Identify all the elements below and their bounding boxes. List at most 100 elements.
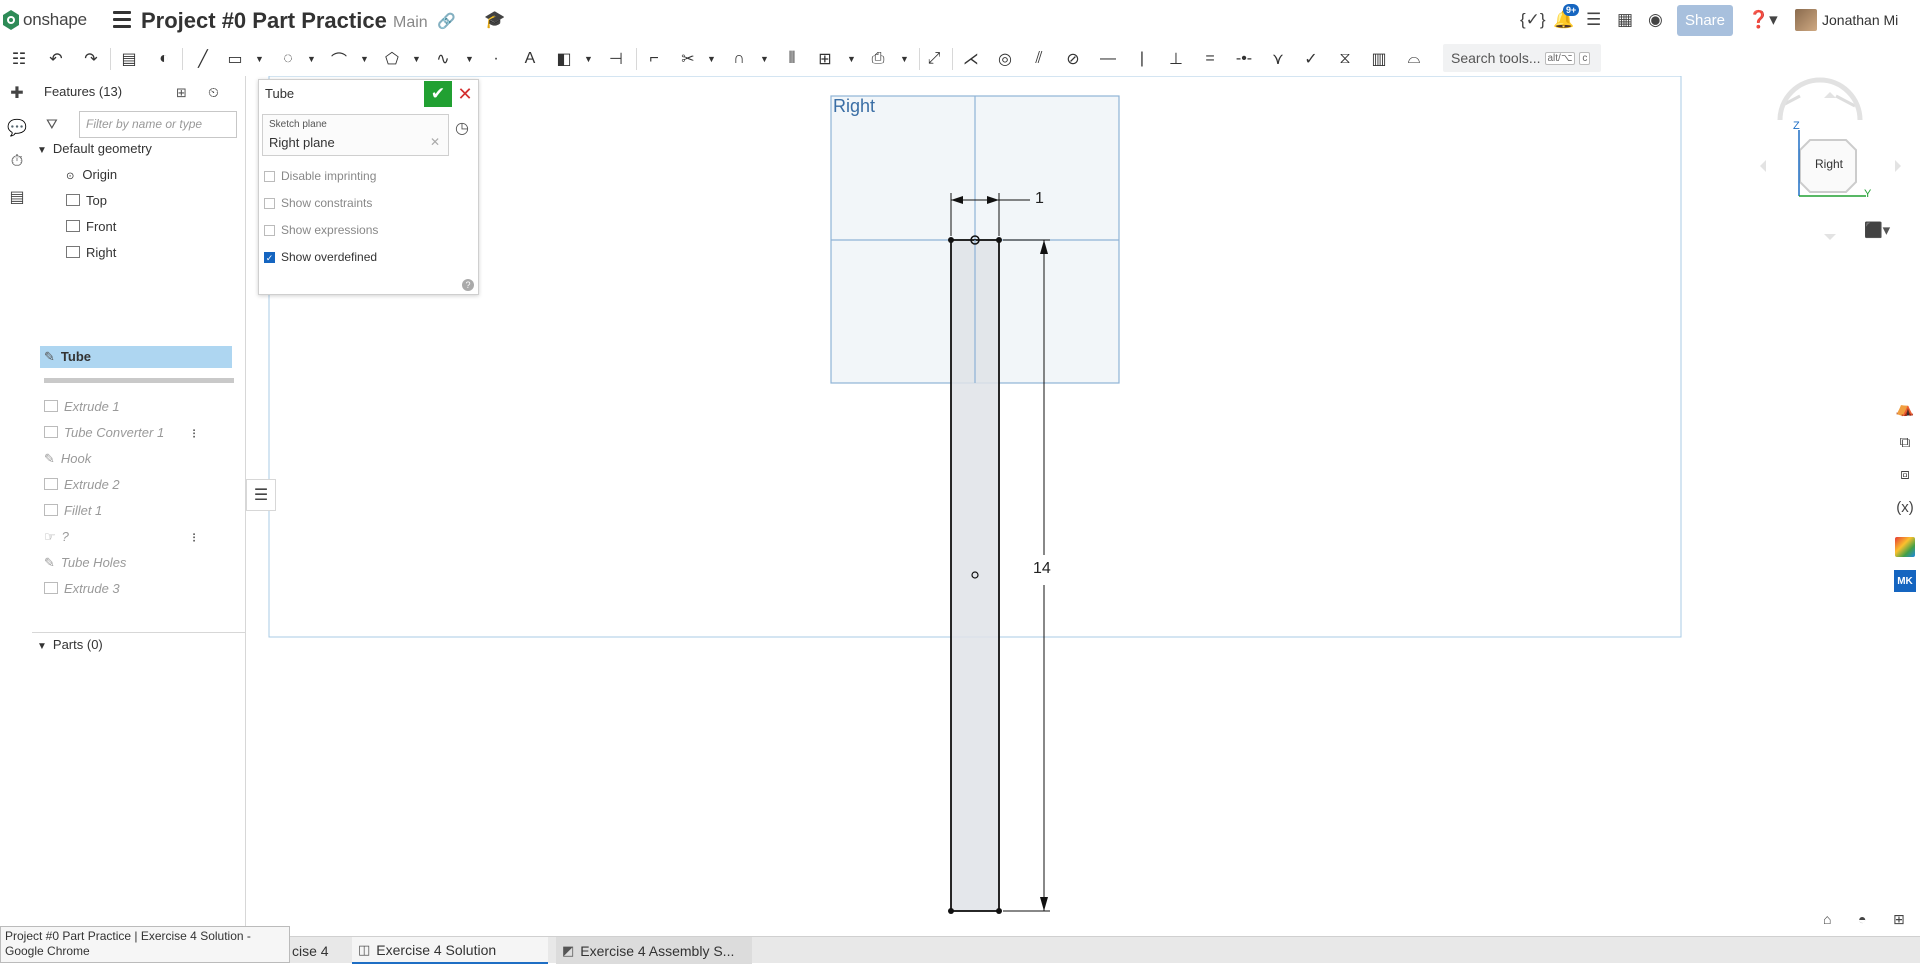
tab-exercise-4-solution[interactable]: ◫ Exercise 4 Solution (352, 937, 548, 964)
variables-icon[interactable]: {✓} (1520, 10, 1546, 30)
checkbox-icon[interactable] (264, 170, 275, 182)
curvature-icon[interactable]: ⌓ (1401, 46, 1427, 72)
onshape-logo[interactable]: onshape (2, 9, 87, 31)
feature-list-toggle-icon[interactable]: ☰ (246, 479, 276, 511)
chevron-down-icon[interactable]: ▼ (707, 54, 716, 64)
fix-icon[interactable]: ▥ (1366, 46, 1392, 72)
filter-input[interactable]: Filter by name or type (79, 111, 237, 138)
view-options-icon[interactable]: ⬛▾ (1864, 221, 1890, 239)
filter-icon[interactable]: ⛛ (46, 116, 58, 133)
main-menu-icon[interactable] (113, 11, 131, 29)
sketch-name-input[interactable]: Tube (265, 86, 294, 101)
view-cube-face-label[interactable]: Right (1815, 157, 1843, 171)
symmetric-icon[interactable]: ⧖ (1332, 46, 1358, 72)
redo-icon[interactable]: ↷ (78, 46, 104, 72)
chevron-down-icon[interactable]: ▼ (847, 54, 856, 64)
history-clock-icon[interactable]: ◷ (455, 118, 469, 138)
feature-list-icon[interactable]: ☷ (6, 46, 32, 72)
feature-node-fillet-1[interactable]: Fillet 1 (44, 500, 102, 522)
sketch-icon[interactable]: ▤ (116, 46, 142, 72)
disable-imprinting-checkbox[interactable]: Disable imprinting (264, 169, 376, 183)
vertical-icon[interactable]: | (1129, 46, 1155, 72)
chevron-down-icon[interactable]: ▼ (760, 54, 769, 64)
mk-extension-icon[interactable]: MK (1894, 570, 1916, 592)
user-name[interactable]: Jonathan Mi (1822, 12, 1898, 28)
concentric-icon[interactable]: ◎ (992, 46, 1018, 72)
checkbox-icon[interactable] (264, 224, 275, 236)
history-icon[interactable]: ⏱ (7, 152, 27, 172)
cancel-button[interactable]: ✕ (455, 83, 475, 105)
rectangle-icon[interactable]: ▭ (222, 46, 248, 72)
feature-node-tube-holes[interactable]: ✎ Tube Holes (44, 552, 126, 574)
plane-node-top[interactable]: Top (66, 190, 107, 212)
section-view-icon[interactable]: ⌂ (1823, 911, 1831, 927)
chevron-down-icon[interactable]: ▼ (465, 54, 474, 64)
spline-icon[interactable]: ∿ (430, 46, 456, 72)
fillet-icon[interactable]: ⌐ (641, 46, 667, 72)
midpoint-line-icon[interactable]: ⊣ (603, 46, 629, 72)
help-icon[interactable]: ❓▾ (1748, 10, 1778, 30)
app-extension-icon[interactable] (1895, 537, 1915, 557)
feature-node-extrude-1[interactable]: Extrude 1 (44, 396, 120, 418)
circle-icon[interactable]: ◌ (275, 46, 301, 72)
height-dimension[interactable]: 14 (1033, 560, 1051, 578)
width-dimension[interactable]: 1 (1035, 190, 1044, 208)
polygon-icon[interactable]: ⬠ (379, 46, 405, 72)
default-geometry-node[interactable]: ▼ Default geometry (37, 138, 152, 160)
chevron-down-icon[interactable]: ▼ (412, 54, 421, 64)
help-icon[interactable]: ? (462, 279, 474, 291)
midpoint-icon[interactable]: -•- (1231, 46, 1257, 72)
feature-node-unknown[interactable]: ☞? (44, 526, 69, 548)
show-constraints-checkbox[interactable]: Show constraints (264, 196, 372, 210)
learning-center-icon[interactable]: ◉ (1648, 10, 1663, 30)
dimension-icon[interactable]: ⤢ (921, 46, 947, 72)
feature-node-tube[interactable]: ✎ Tube (44, 346, 91, 368)
bom-icon[interactable]: ▤ (7, 187, 27, 207)
coincident-icon[interactable]: ⋌ (958, 46, 984, 72)
document-title[interactable]: Project #0 Part Practice (141, 8, 387, 34)
add-folder-icon[interactable]: ⊞ (176, 85, 187, 101)
link-icon[interactable]: 🔗 (437, 12, 456, 30)
line-icon[interactable]: ╱ (190, 46, 216, 72)
plane-node-front[interactable]: Front (66, 216, 116, 238)
tab-exercise-4[interactable]: cise 4 (286, 937, 350, 964)
parts-node[interactable]: ▼ Parts (0) (37, 634, 103, 656)
chevron-down-icon[interactable]: ▼ (900, 54, 909, 64)
horizontal-icon[interactable]: — (1095, 46, 1121, 72)
chevron-down-icon[interactable]: ▼ (37, 641, 47, 652)
pierce-icon[interactable]: ✓ (1298, 46, 1324, 72)
graduation-cap-icon[interactable]: 🎓 (484, 10, 505, 30)
pattern-icon[interactable]: ⊞ (812, 46, 838, 72)
share-button[interactable]: Share (1677, 5, 1733, 36)
feature-options-icon[interactable]: ⁝ (192, 530, 196, 546)
chevron-down-icon[interactable]: ▼ (255, 54, 264, 64)
normal-icon[interactable]: ⋎ (1265, 46, 1291, 72)
offset-icon[interactable]: ∩ (726, 46, 752, 72)
perpendicular-icon[interactable]: ⊥ (1163, 46, 1189, 72)
appearance-panel-icon[interactable]: ⛺ (1892, 395, 1918, 421)
plane-node-right[interactable]: Right (66, 242, 116, 264)
clear-icon[interactable]: ✕ (430, 135, 440, 149)
mass-properties-icon[interactable]: ⊞ (1893, 911, 1905, 928)
sketch-plane-field[interactable]: Sketch plane Right plane ✕ (262, 114, 449, 156)
search-tools-input[interactable]: Search tools... alt/⌥ c (1443, 44, 1601, 72)
details-icon[interactable]: ☰ (1586, 10, 1601, 30)
origin-node[interactable]: ⊙ Origin (66, 164, 117, 186)
branch-name[interactable]: Main (393, 14, 428, 32)
construction-icon[interactable]: ◧ (551, 46, 577, 72)
grid-icon[interactable]: ▦ (1617, 10, 1633, 30)
use-icon[interactable]: ◐ (151, 46, 177, 72)
feature-node-hook[interactable]: ✎ Hook (44, 448, 91, 470)
text-icon[interactable]: A (517, 46, 543, 72)
chevron-down-icon[interactable]: ▼ (37, 145, 47, 156)
graphics-area[interactable]: Right 1 14 (247, 76, 1920, 936)
point-icon[interactable]: · (483, 46, 509, 72)
rollback-bar[interactable] (44, 378, 234, 383)
rollback-timer-icon[interactable]: ⏲ (208, 84, 219, 101)
show-expressions-checkbox[interactable]: Show expressions (264, 223, 378, 237)
dxf-import-icon[interactable]: ⎙ (865, 46, 891, 72)
feature-options-icon[interactable]: ⁝ (192, 426, 196, 442)
avatar[interactable] (1795, 9, 1817, 31)
mirror-icon[interactable]: ⫴ (779, 46, 805, 72)
measure-icon[interactable]: ◓ (1858, 911, 1866, 927)
